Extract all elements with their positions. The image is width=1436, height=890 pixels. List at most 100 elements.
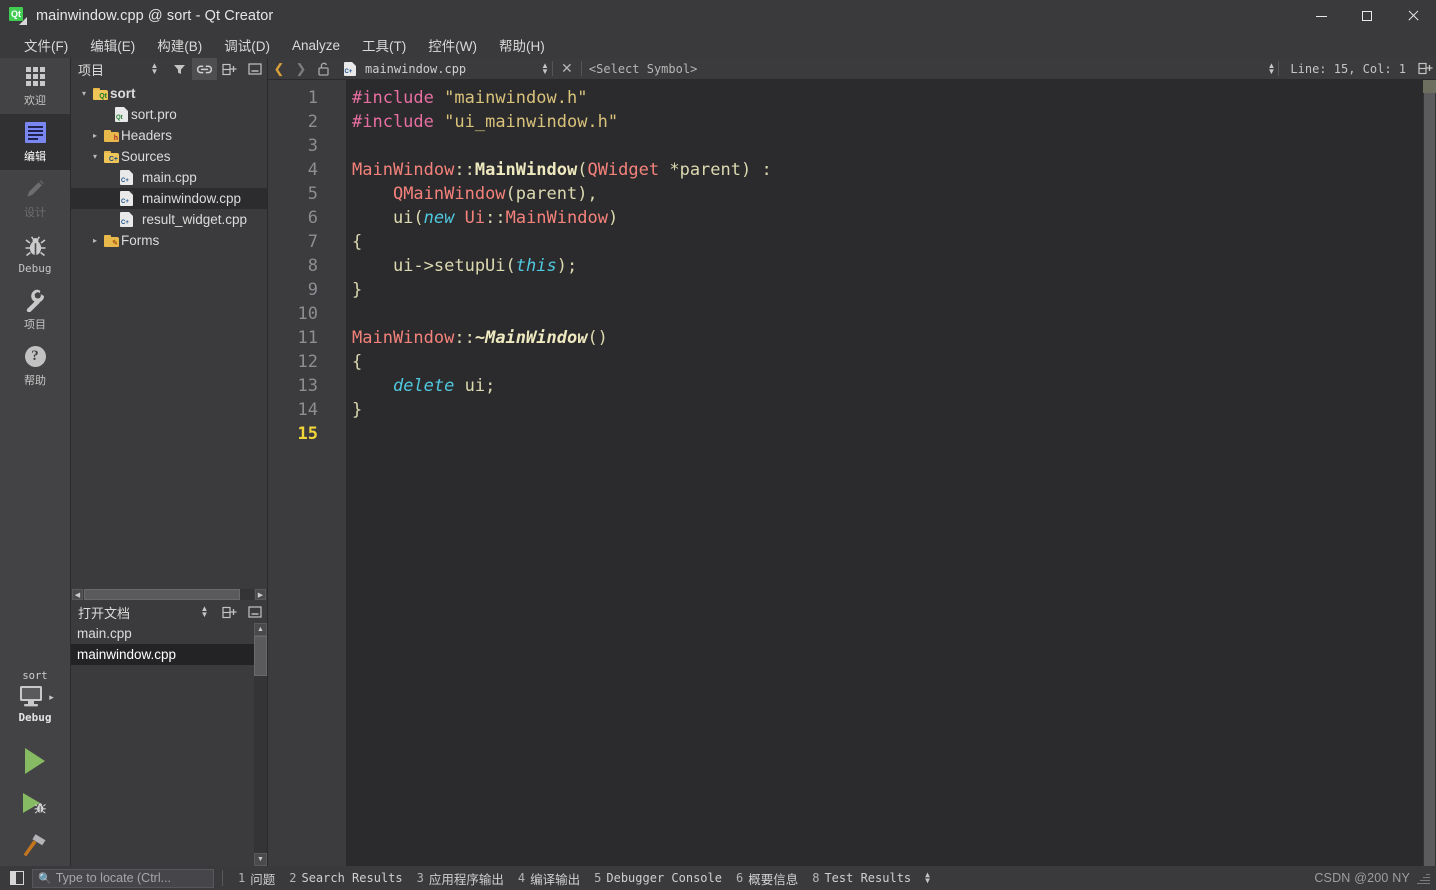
code-token: (parent),: [505, 184, 598, 204]
line-col-indicator[interactable]: Line: 15, Col: 1: [1282, 62, 1414, 76]
folder-headers-icon: h: [102, 129, 121, 142]
mode-design[interactable]: 设计: [0, 170, 70, 226]
mode-debug[interactable]: Debug: [0, 226, 70, 282]
symbol-selector[interactable]: <Select Symbol>: [585, 62, 697, 76]
menu-edit[interactable]: 编辑(E): [80, 32, 145, 58]
sort-updown-icon[interactable]: ▲ ▼: [541, 61, 549, 75]
output-pane-test-results[interactable]: 8 Test Results: [805, 871, 918, 885]
open-documents-scrollbar[interactable]: ▲ ▼: [254, 623, 267, 866]
project-dock-header: 项目 ▲ ▼: [71, 58, 267, 80]
mode-projects[interactable]: 项目: [0, 282, 70, 338]
menu-analyze[interactable]: Analyze: [282, 35, 350, 56]
output-pane-more-button[interactable]: ▲ ▼: [918, 870, 937, 885]
output-pane-search-results[interactable]: 2 Search Results: [282, 871, 409, 885]
chevron-right-icon[interactable]: ▸: [88, 236, 102, 245]
sort-updown-icon: ▲ ▼: [925, 870, 930, 885]
scroll-down-icon[interactable]: ▼: [254, 853, 267, 866]
open-documents-list[interactable]: main.cpp mainwindow.cpp ▲ ▼: [71, 623, 267, 866]
open-doc-main-cpp[interactable]: main.cpp: [71, 623, 267, 644]
menu-debug[interactable]: 调试(D): [214, 32, 280, 58]
mode-help[interactable]: ? 帮助: [0, 338, 70, 394]
sort-updown-icon[interactable]: ▲ ▼: [1267, 61, 1275, 75]
scroll-up-icon[interactable]: ▲: [254, 623, 267, 636]
code-line: MainWindow::~MainWindow(): [352, 326, 1422, 350]
mode-edit[interactable]: 编辑: [0, 114, 70, 170]
code-line: MainWindow::MainWindow(QWidget *parent) …: [352, 158, 1422, 182]
menu-file[interactable]: 文件(F): [14, 32, 78, 58]
file-selector[interactable]: C+ mainwindow.cpp ▲ ▼: [334, 61, 549, 76]
menu-build[interactable]: 构建(B): [147, 32, 212, 58]
run-button[interactable]: [0, 740, 70, 782]
close-document-button[interactable]: ✕: [556, 58, 578, 80]
code-line: #include "mainwindow.h": [352, 86, 1422, 110]
output-pane-issues[interactable]: 1 问题: [231, 869, 282, 888]
mode-welcome[interactable]: 欢迎: [0, 58, 70, 114]
menu-tools[interactable]: 工具(T): [352, 32, 416, 58]
debug-run-button[interactable]: [0, 782, 70, 824]
project-tree[interactable]: ▾ Qt sort Qt sort.pro ▸ h Headers ▾ C+ S…: [71, 80, 267, 588]
collapse-icon[interactable]: [242, 58, 267, 80]
chevron-right-icon[interactable]: ▸: [88, 131, 102, 140]
vscroll-thumb[interactable]: [1424, 93, 1435, 866]
menu-help[interactable]: 帮助(H): [489, 32, 555, 58]
tree-item-sort[interactable]: ▾ Qt sort: [71, 83, 267, 104]
lock-toggle-button[interactable]: [312, 58, 334, 80]
open-doc-mainwindow-cpp[interactable]: mainwindow.cpp: [71, 644, 267, 665]
output-pane-compile-output[interactable]: 4 编译输出: [511, 869, 587, 888]
editor-vscrollbar[interactable]: [1422, 80, 1436, 866]
output-pane-debugger-console[interactable]: 5 Debugger Console: [587, 871, 729, 885]
code-token: ::: [485, 208, 506, 228]
code-view[interactable]: 1 2 3 4 5 6 7 8 9 10 11 12 13 14 15 #inc…: [268, 80, 1436, 866]
filter-icon[interactable]: [167, 58, 192, 80]
close-button[interactable]: [1390, 0, 1436, 32]
project-tree-hscrollbar[interactable]: ◀ ▶: [71, 588, 267, 601]
hscroll-thumb[interactable]: [84, 589, 241, 600]
collapse-icon[interactable]: [242, 601, 267, 623]
sort-updown-icon[interactable]: ▲ ▼: [142, 58, 167, 80]
output-pane-general-messages[interactable]: 6 概要信息: [729, 869, 805, 888]
build-button[interactable]: [0, 824, 70, 866]
scroll-up-handle[interactable]: [1423, 80, 1436, 93]
nav-forward-button[interactable]: ❯: [290, 58, 312, 80]
tree-item-forms[interactable]: ▸ ✎ Forms: [71, 230, 267, 251]
menu-window[interactable]: 控件(W): [418, 32, 487, 58]
output-label: 编译输出: [530, 872, 581, 887]
locator-input[interactable]: 🔍 Type to locate (Ctrl...: [32, 868, 214, 888]
tree-item-mainwindow-cpp[interactable]: C+ mainwindow.cpp: [71, 188, 267, 209]
split-add-icon[interactable]: [217, 58, 242, 80]
output-pane-application-output[interactable]: 3 应用程序输出: [410, 869, 511, 888]
unlock-icon: [317, 62, 329, 76]
folder-forms-icon: ✎: [102, 234, 121, 247]
code-text[interactable]: #include "mainwindow.h" #include "ui_main…: [346, 80, 1422, 866]
minimize-button[interactable]: [1298, 0, 1344, 32]
chevron-down-icon[interactable]: ▾: [88, 152, 102, 161]
tree-label: sort: [110, 86, 136, 101]
output-label: 应用程序输出: [428, 872, 504, 887]
tree-item-sources[interactable]: ▾ C+ Sources: [71, 146, 267, 167]
nav-back-button[interactable]: ❮: [268, 58, 290, 80]
resize-grip[interactable]: [1416, 871, 1430, 885]
sort-updown-icon[interactable]: ▲ ▼: [192, 601, 217, 623]
vscroll-thumb[interactable]: [254, 636, 267, 676]
code-token: this: [515, 256, 557, 276]
split-editor-button[interactable]: [1414, 58, 1436, 80]
sidebar-toggle-button[interactable]: [6, 869, 28, 888]
kit-selector[interactable]: sort ▸ Debug: [0, 670, 70, 740]
tree-label: Sources: [121, 149, 171, 164]
chevron-down-icon[interactable]: ▾: [77, 89, 91, 98]
tree-item-result-widget-cpp[interactable]: C+ result_widget.cpp: [71, 209, 267, 230]
scroll-left-icon[interactable]: ◀: [72, 589, 83, 600]
tree-item-headers[interactable]: ▸ h Headers: [71, 125, 267, 146]
mode-debug-label: Debug: [18, 261, 52, 275]
tree-item-main-cpp[interactable]: C+ main.cpp: [71, 167, 267, 188]
hscroll-track[interactable]: [84, 589, 254, 600]
qt-creator-window: Qt mainwindow.cpp @ sort - Qt Creator 文件…: [0, 0, 1436, 890]
scroll-right-icon[interactable]: ▶: [255, 589, 266, 600]
kit-config-label: Debug: [18, 711, 52, 724]
tree-item-sort-pro[interactable]: Qt sort.pro: [71, 104, 267, 125]
maximize-button[interactable]: [1344, 0, 1390, 32]
folder-qt-icon: Qt: [91, 87, 110, 100]
split-add-icon[interactable]: [217, 601, 242, 623]
link-icon[interactable]: [192, 58, 217, 80]
